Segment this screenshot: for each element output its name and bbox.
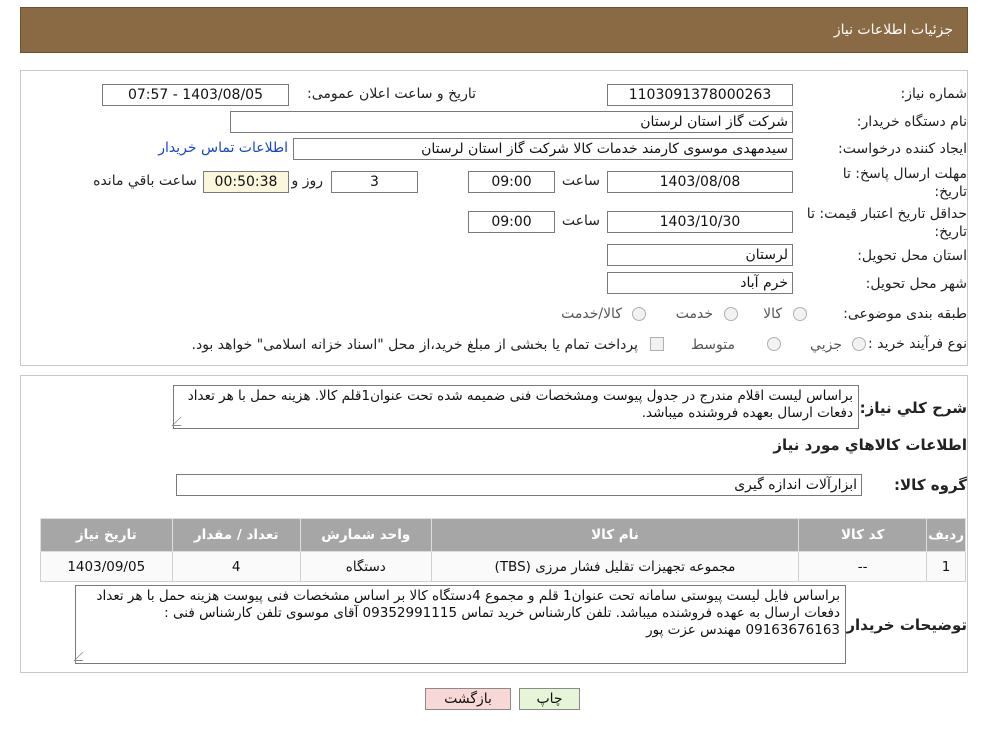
cell-need-date: 1403/09/05 [40, 551, 173, 582]
price-validity-label-2: تاریخ: [934, 224, 967, 240]
print-button[interactable]: چاپ [519, 688, 580, 710]
price-validity-date-field: 1403/10/30 [607, 211, 793, 233]
goods-info-title: اطلاعات کالاهاي مورد نياز [773, 436, 967, 454]
category-radio-goods-service[interactable] [632, 307, 646, 321]
need-number-label: شماره نیاز: [900, 86, 968, 102]
col-unit: واحد شمارش [299, 518, 432, 552]
announce-date-field: 1403/08/05 - 07:57 [102, 84, 289, 106]
days-field: 3 [331, 171, 418, 193]
reply-deadline-label-2: تاریخ: [934, 184, 967, 200]
city-field: خرم آباد [607, 272, 793, 294]
col-goods-code: کد کالا [798, 518, 928, 552]
goods-group-field: ابزارآلات اندازه گیری [176, 474, 862, 496]
remaining-time-field: 00:50:38 [203, 171, 289, 193]
cell-goods-code: -- [798, 551, 928, 582]
province-label: استان محل تحویل: [857, 248, 967, 264]
goods-table: رديف کد کالا نام کالا واحد شمارش تعداد /… [40, 518, 966, 582]
category-radio-service[interactable] [724, 307, 738, 321]
reply-date-field: 1403/08/08 [607, 171, 793, 193]
page-title: جزئیات اطلاعات نیاز [833, 22, 953, 38]
announce-date-label: تاریخ و ساعت اعلان عمومی: [307, 86, 476, 102]
process-radio-medium[interactable] [767, 337, 781, 351]
reply-time-label: ساعت [561, 173, 600, 189]
days-label: روز و [291, 173, 324, 189]
cell-row-number: 1 [926, 551, 966, 582]
province-field: لرستان [607, 244, 793, 266]
resize-handle-icon[interactable] [171, 417, 190, 426]
page-header: جزئیات اطلاعات نیاز [20, 7, 968, 53]
reply-time-field: 09:00 [468, 171, 555, 193]
creator-field: سیدمهدی موسوی کارمند خدمات کالا شرکت گاز… [293, 138, 793, 160]
price-validity-time-label: ساعت [561, 213, 600, 229]
price-validity-label: حداقل تاریخ اعتبار قیمت: تا [806, 206, 967, 222]
summary-text: براساس لیست اقلام مندرج در جدول پیوست وم… [187, 388, 853, 421]
process-radio-minor[interactable] [852, 337, 866, 351]
treasury-bonds-checkbox[interactable] [650, 337, 664, 351]
col-goods-name: نام کالا [430, 518, 800, 552]
city-label: شهر محل تحویل: [865, 276, 967, 292]
buyer-org-field: شرکت گاز استان لرستان [230, 111, 793, 133]
buyer-notes-text: براساس فایل لیست پیوستی سامانه تحت عنوان… [96, 588, 840, 638]
creator-label: ایجاد کننده درخواست: [838, 141, 967, 157]
col-quantity: تعداد / مقدار [171, 518, 301, 552]
table-row: 1 -- مجموعه تجهیزات تقلیل فشار مرزی (TBS… [40, 551, 966, 582]
buyer-org-label: نام دستگاه خریدار: [856, 114, 967, 130]
buyer-notes-textarea[interactable]: براساس فایل لیست پیوستی سامانه تحت عنوان… [73, 585, 846, 664]
process-option-medium: متوسط [691, 337, 735, 353]
back-button[interactable]: بازگشت [425, 688, 511, 710]
summary-textarea[interactable]: براساس لیست اقلام مندرج در جدول پیوست وم… [171, 385, 859, 429]
remaining-time-label: ساعت باقي مانده [93, 173, 197, 189]
process-option-minor: جزیي [810, 337, 842, 353]
col-need-date: تاریخ نیاز [40, 518, 173, 552]
payment-note: پرداخت تمام یا بخشی از مبلغ خرید،از محل … [191, 337, 638, 353]
cell-goods-name: مجموعه تجهیزات تقلیل فشار مرزی (TBS) [430, 551, 800, 582]
cell-quantity: 4 [171, 551, 301, 582]
category-option-goods-service: کالا/خدمت [561, 306, 622, 322]
category-radio-goods[interactable] [793, 307, 807, 321]
cell-unit: دستگاه [299, 551, 432, 582]
reply-deadline-label: مهلت ارسال پاسخ: تا [842, 166, 967, 182]
category-option-goods: کالا [763, 306, 782, 322]
col-row-number: رديف [926, 518, 966, 552]
buyer-contact-link[interactable]: اطلاعات تماس خریدار [158, 140, 288, 156]
process-label: نوع فرآیند خرید : [868, 336, 967, 352]
need-number-field: 1103091378000263 [607, 84, 793, 106]
summary-label: شرح کلي نياز: [859, 399, 967, 417]
category-option-service: خدمت [675, 306, 713, 322]
table-header-row: رديف کد کالا نام کالا واحد شمارش تعداد /… [40, 518, 966, 552]
buyer-notes-label: توضيحات خريدار: [840, 616, 967, 634]
resize-handle-icon[interactable] [73, 652, 92, 661]
price-validity-time-field: 09:00 [468, 211, 555, 233]
goods-group-label: گروه کالا: [894, 476, 967, 494]
category-label: طبقه بندی موضوعی: [843, 306, 967, 322]
